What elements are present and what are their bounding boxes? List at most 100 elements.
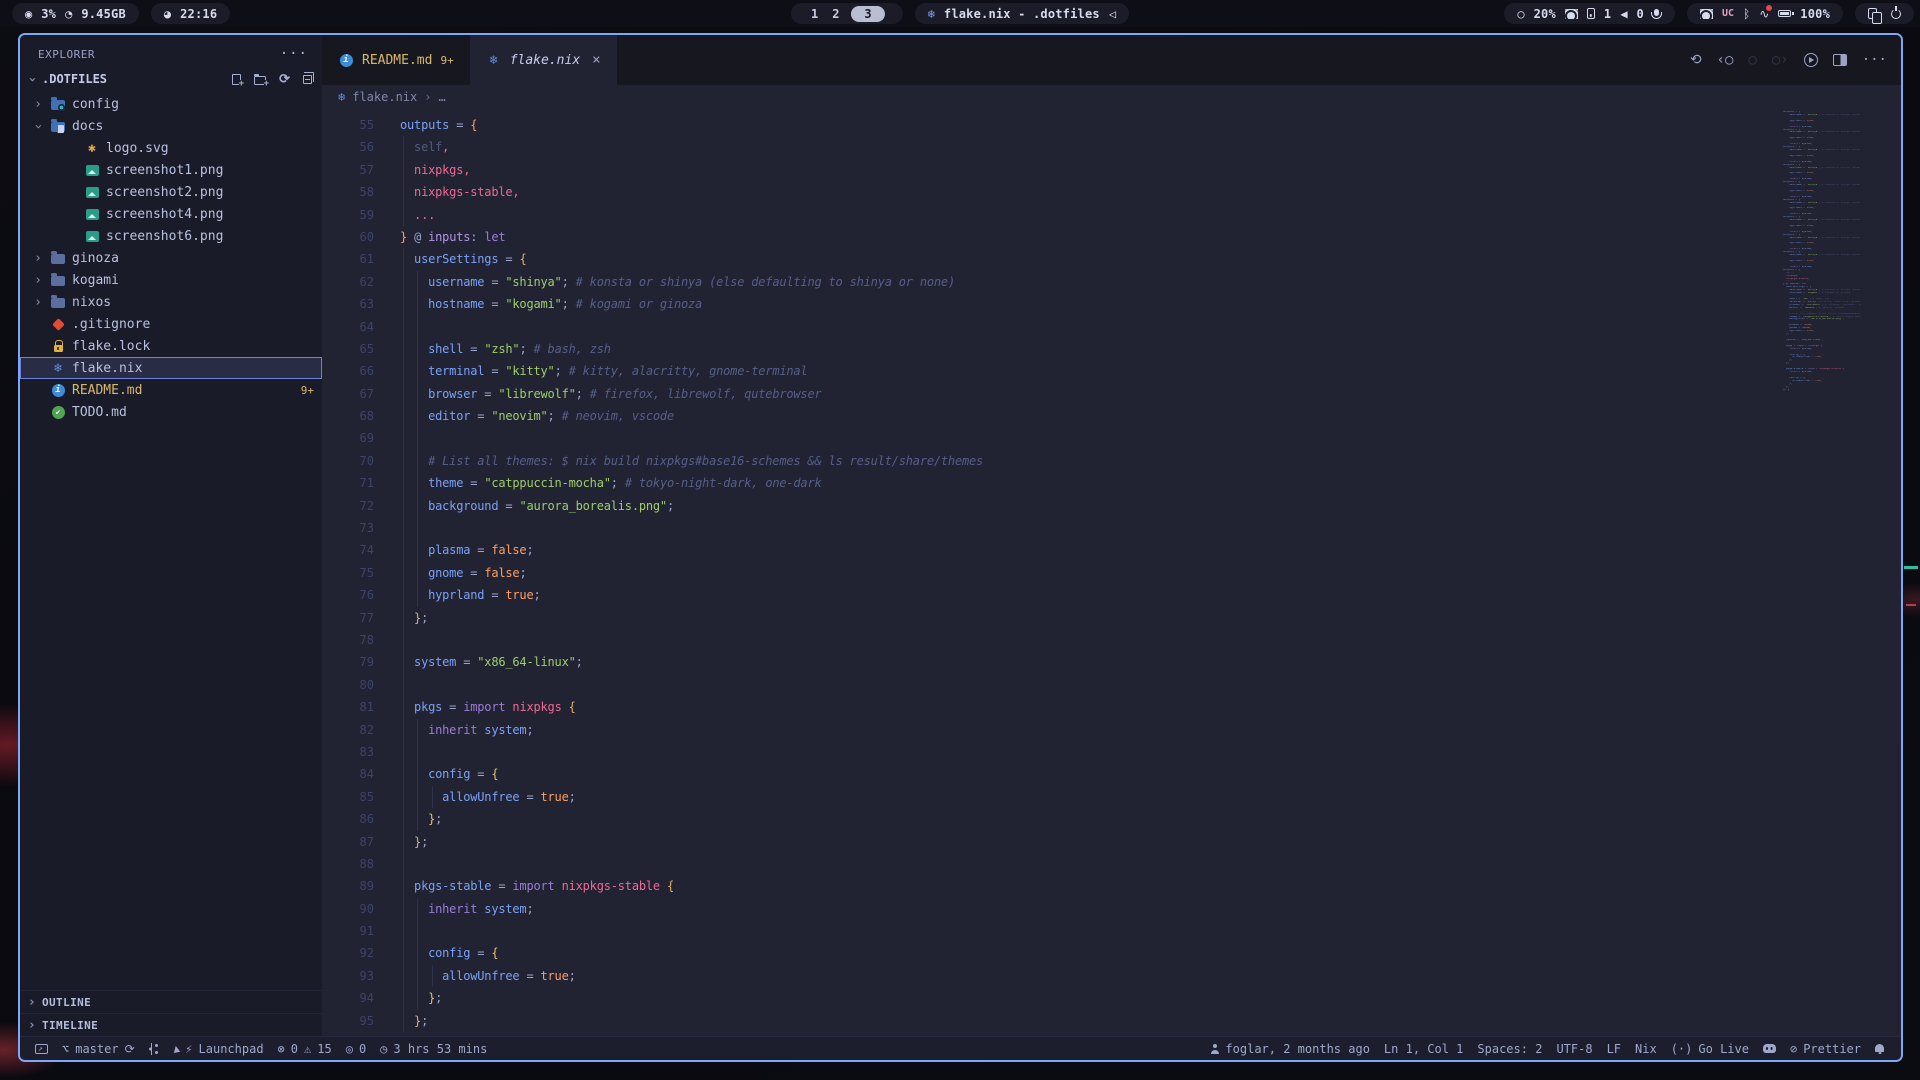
explorer-more-actions-icon[interactable]: ··· <box>280 46 308 62</box>
code-line[interactable]: 57 nixpkgs, <box>322 159 1901 181</box>
problems-button[interactable]: ⊗ 0 ⚠ 15 <box>271 1042 339 1056</box>
ports-button[interactable]: ◎ 0 <box>339 1042 373 1056</box>
chevron-right-icon[interactable]: › <box>32 295 44 310</box>
breadcrumb[interactable]: ❄ flake.nix › … <box>322 85 1901 109</box>
devices-pill[interactable]: ○ 20% 1 ◀ 0 <box>1504 3 1675 24</box>
code-line[interactable]: 62 username = "shinya"; # konsta or shin… <box>322 271 1901 293</box>
code-line[interactable]: 95 }; <box>322 1010 1901 1032</box>
code-line[interactable]: 88 <box>322 853 1901 875</box>
code-line[interactable]: 70 # List all themes: $ nix build nixpkg… <box>322 450 1901 472</box>
git-blame-item[interactable]: foglar, 2 months ago <box>1203 1042 1377 1056</box>
language-mode-button[interactable]: Nix <box>1628 1042 1664 1056</box>
local-history-icon[interactable]: ⟲ <box>1690 52 1702 68</box>
code-line[interactable]: 67 browser = "librewolf"; # firefox, lib… <box>322 383 1901 405</box>
code-line[interactable]: 79 system = "x86_64-linux"; <box>322 651 1901 673</box>
tree-item[interactable]: screenshot6.png <box>20 225 322 247</box>
code-line[interactable]: 74 plasma = false; <box>322 539 1901 561</box>
tree-item[interactable]: TODO.md <box>20 401 322 423</box>
chevron-right-icon[interactable]: › <box>32 251 44 266</box>
breadcrumb-more[interactable]: … <box>439 90 446 104</box>
outline-section[interactable]: › OUTLINE <box>20 990 322 1013</box>
tree-item[interactable]: ›ginoza <box>20 247 322 269</box>
collapse-folders-icon[interactable] <box>303 75 312 84</box>
tree-item[interactable]: screenshot2.png <box>20 181 322 203</box>
encoding-button[interactable]: UTF-8 <box>1549 1042 1599 1056</box>
workspace-section-header[interactable]: › .DOTFILES ⟳ <box>20 67 322 91</box>
eol-button[interactable]: LF <box>1600 1042 1628 1056</box>
code-line[interactable]: 60} @ inputs: let <box>322 226 1901 248</box>
tab-readme[interactable]: README.md 9+ <box>322 35 470 85</box>
code-line[interactable]: 85 allowUnfree = true; <box>322 786 1901 808</box>
code-editor[interactable]: 55outputs = {56 self,57 nixpkgs,58 nixpk… <box>322 109 1901 1036</box>
workspace-2[interactable]: 2 <box>825 7 846 21</box>
clock-pill[interactable]: ◕ 22:16 <box>151 3 230 24</box>
code-line[interactable]: 71 theme = "catppuccin-mocha"; # tokyo-n… <box>322 472 1901 494</box>
remote-window-button[interactable] <box>28 1044 55 1054</box>
code-line[interactable]: 80 <box>322 674 1901 696</box>
tree-item[interactable]: ❄flake.nix <box>20 357 322 379</box>
next-change-icon[interactable]: ○› <box>1772 52 1789 68</box>
code-line[interactable]: 75 gnome = false; <box>322 562 1901 584</box>
previous-change-icon[interactable]: ‹○ <box>1717 52 1734 68</box>
minimap[interactable]: outputs = { username = "shinya"; # konst… <box>1783 111 1861 392</box>
code-line[interactable]: 72 background = "aurora_borealis.png"; <box>322 495 1901 517</box>
notifications-button[interactable] <box>1868 1044 1891 1054</box>
tree-item[interactable]: ✱logo.svg <box>20 137 322 159</box>
code-line[interactable]: 65 shell = "zsh"; # bash, zsh <box>322 338 1901 360</box>
code-line[interactable]: 78 <box>322 629 1901 651</box>
code-line[interactable]: 77 }; <box>322 607 1901 629</box>
status-tray-pill[interactable]: UC ᛒ ∿ 100% <box>1687 3 1843 24</box>
code-line[interactable]: 59 ... <box>322 204 1901 226</box>
workspace-1[interactable]: 1 <box>804 7 825 21</box>
timeline-section[interactable]: › TIMELINE <box>20 1013 322 1036</box>
launchpad-button[interactable]: ▲ ⚡ Launchpad <box>166 1042 271 1056</box>
code-line[interactable]: 73 <box>322 517 1901 539</box>
tree-item[interactable]: screenshot4.png <box>20 203 322 225</box>
git-branch-button[interactable]: ⌥ master ⟳ <box>55 1042 142 1056</box>
wakatime-button[interactable]: ◷ 3 hrs 53 mins <box>373 1042 494 1056</box>
code-line[interactable]: 58 nixpkgs-stable, <box>322 181 1901 203</box>
editor-more-actions-icon[interactable]: ··· <box>1862 52 1887 68</box>
code-line[interactable]: 68 editor = "neovim"; # neovim, vscode <box>322 405 1901 427</box>
tree-item[interactable]: ›nixos <box>20 291 322 313</box>
code-line[interactable]: 61 userSettings = { <box>322 248 1901 270</box>
tree-item[interactable]: ›kogami <box>20 269 322 291</box>
tree-item[interactable]: .gitignore <box>20 313 322 335</box>
run-debug-icon[interactable] <box>1804 53 1818 67</box>
system-stats-pill[interactable]: ◉ 3% ◔ 9.45GB <box>12 3 139 24</box>
cursor-position-button[interactable]: Ln 1, Col 1 <box>1377 1042 1470 1056</box>
code-line[interactable]: 64 <box>322 316 1901 338</box>
code-line[interactable]: 66 terminal = "kitty"; # kitty, alacritt… <box>322 360 1901 382</box>
tree-item[interactable]: screenshot1.png <box>20 159 322 181</box>
git-graph-button[interactable] <box>142 1043 166 1055</box>
code-line[interactable]: 90 inherit system; <box>322 898 1901 920</box>
code-line[interactable]: 82 inherit system; <box>322 719 1901 741</box>
code-line[interactable]: 76 hyprland = true; <box>322 584 1901 606</box>
chevron-down-icon[interactable]: › <box>31 120 46 132</box>
split-editor-icon[interactable] <box>1833 54 1847 66</box>
copilot-button[interactable] <box>1756 1044 1783 1054</box>
tree-item[interactable]: README.md9+ <box>20 379 322 401</box>
code-line[interactable]: 93 allowUnfree = true; <box>322 965 1901 987</box>
tree-item[interactable]: flake.lock <box>20 335 322 357</box>
code-line[interactable]: 63 hostname = "kogami"; # kogami or gino… <box>322 293 1901 315</box>
chevron-right-icon[interactable]: › <box>32 97 44 112</box>
indentation-button[interactable]: Spaces: 2 <box>1470 1042 1549 1056</box>
code-line[interactable]: 81 pkgs = import nixpkgs { <box>322 696 1901 718</box>
code-line[interactable]: 55outputs = { <box>322 114 1901 136</box>
code-line[interactable]: 84 config = { <box>322 763 1901 785</box>
refresh-explorer-icon[interactable]: ⟳ <box>279 72 290 87</box>
new-file-icon[interactable] <box>232 74 241 85</box>
tree-item[interactable]: ›config <box>20 93 322 115</box>
tab-flake-nix[interactable]: ❄ flake.nix × <box>470 35 617 85</box>
code-line[interactable]: 86 }; <box>322 808 1901 830</box>
change-marker-icon[interactable]: ○ <box>1748 52 1756 68</box>
power-pill[interactable] <box>1855 3 1914 24</box>
chevron-right-icon[interactable]: › <box>32 273 44 288</box>
code-line[interactable]: 94 }; <box>322 987 1901 1009</box>
code-line[interactable]: 83 <box>322 741 1901 763</box>
workspace-3-active[interactable]: 3 <box>851 6 884 22</box>
code-line[interactable]: 89 pkgs-stable = import nixpkgs-stable { <box>322 875 1901 897</box>
code-line[interactable]: 87 }; <box>322 831 1901 853</box>
code-line[interactable]: 91 <box>322 920 1901 942</box>
